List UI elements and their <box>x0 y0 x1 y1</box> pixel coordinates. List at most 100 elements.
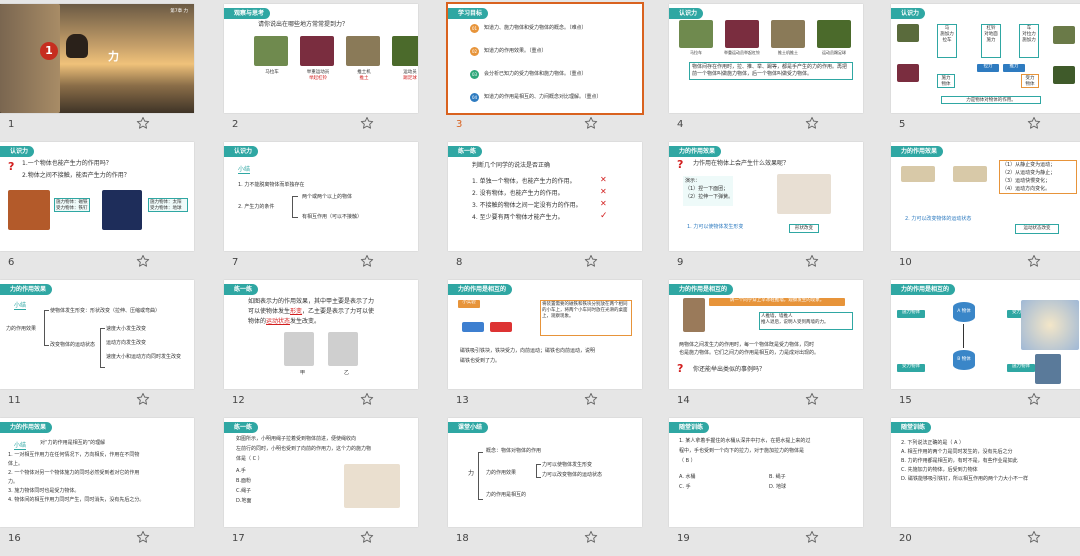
favorite-star-icon[interactable] <box>136 116 150 130</box>
favorite-star-icon[interactable] <box>1027 254 1041 268</box>
slide-thumbnail[interactable]: 练一练 如图所示，小明用绳子拉着受到物体前进，便使绳收向 左前行的同时，小明也受到了… <box>224 418 418 527</box>
favorite-star-icon[interactable] <box>1027 530 1041 544</box>
option-text: C. 手 <box>679 484 691 490</box>
footballer-sketch <box>328 332 358 366</box>
favorite-star-icon[interactable] <box>584 116 598 130</box>
favorite-star-icon[interactable] <box>584 392 598 406</box>
force-label: 推力 <box>1003 64 1025 72</box>
slide-number: 4 <box>677 119 684 130</box>
slide-thumbnail[interactable]: 1 力 第7章 力 <box>0 4 194 113</box>
favorite-star-icon[interactable] <box>584 254 598 268</box>
slide-thumbnail-cell[interactable]: 力的作用效果 （1）从静止变为运动； （2）从运动变为静止； （3）运动快慢变化； （4… <box>891 142 1080 280</box>
slide-thumbnail[interactable]: 学习目标 01 知道力、施力物体和受力物体的概念。（难点） 02 知道力的作用效果。（重… <box>446 2 644 115</box>
slide-thumbnail-cell[interactable]: 力的作用是相互的施力物体A 物体受力物体受力物体B 物体施力物体15 <box>891 280 1080 418</box>
trolley-image <box>901 166 935 182</box>
question-text: 请你说出在哪些地方常常提到力？ <box>258 21 349 28</box>
slide-thumbnail-cell[interactable]: 学习目标 01 知道力、施力物体和受力物体的概念。（难点） 02 知道力的作用效果。（重… <box>446 2 670 142</box>
slide-thumbnail-cell[interactable]: 认识力 小结 1. 力不能脱离物体而单独存在 2. 产生力的条件 两个或两个以上的物体有… <box>224 142 446 280</box>
slide-thumbnail-cell[interactable]: 练一练 如图表示力的作用效果，其中甲主要是表示了力 可以使物体发生形变，乙主要是表示… <box>224 280 446 418</box>
tree-branch: 使物体发生形变：形状改变（拉伸、压缩或弯曲） <box>50 308 161 314</box>
favorite-star-icon[interactable] <box>360 530 374 544</box>
slide-thumbnail-cell[interactable]: 认识力? 1.一个物体也能产生力的作用吗？ 2.物体之间不接触，能否产生力的作用？ 施… <box>0 142 222 280</box>
slide-thumbnail-cell[interactable]: 课堂小结力 概念：物体对物体的作用 力的作用效果 力的作用是相互的 力可以使物体发生形变… <box>448 418 670 556</box>
slide-image <box>346 36 380 66</box>
definition-box: 力是物体对物体的作用。 <box>941 96 1041 104</box>
favorite-star-icon[interactable] <box>360 116 374 130</box>
favorite-star-icon[interactable] <box>805 392 819 406</box>
solar-system-image <box>102 190 142 230</box>
cross-icon: ✕ <box>600 187 607 196</box>
note-text: 前一个物体叫做施力物体，后一个物体叫做受力物体。 <box>692 71 813 77</box>
summary-tag: 小结 <box>14 302 27 310</box>
slide-thumbnail[interactable]: 力的作用是相互的施力物体A 物体受力物体受力物体B 物体施力物体 <box>891 280 1080 389</box>
slide-header: 力的作用是相互的 <box>669 284 734 295</box>
slide-number: 16 <box>8 533 21 544</box>
slide-thumbnail[interactable]: 力的作用是相互的 小实验 将装置需要的磁铁和铁块分别放在两个相同的小车上，将两个小车… <box>448 280 642 389</box>
statement-text: 3. 不接触的物体之间一定没有力的作用。 <box>472 202 582 209</box>
slide-thumbnail[interactable]: 认识力 马拉车 举重运动员举起杠铃 推土机推土 运动员踢足球 物体间存在作用时，拉、推、举… <box>669 4 863 113</box>
slide-thumbnail[interactable]: 力的作用效果 （1）从静止变为运动； （2）从运动变为静止； （3）运动快慢变化； （4… <box>891 142 1080 251</box>
favorite-star-icon[interactable] <box>805 530 819 544</box>
slide-thumbnail[interactable]: 观察与思考 请你说出在哪些地方常常提到力？ 马拉车 举重运动员 举起杠铃 推土机 推土 运动员… <box>224 4 418 113</box>
paragraph-text: 两物体之间发生力的作用时，每一个物体既是受力物体，同时 <box>679 342 815 348</box>
goal-text: 知道力的作用是相互的、力间概念对比理解。（重点） <box>484 94 602 100</box>
favorite-star-icon[interactable] <box>584 530 598 544</box>
slide-header: 力的作用效果 <box>891 146 944 157</box>
tree-branch: 改变物体的运动状态 <box>50 342 96 348</box>
slide-thumbnail-cell[interactable]: 力的作用效果 小结 对“力的作用是相互的”的理解 1. 一对相互作用力在任何情况下，方… <box>0 418 222 556</box>
favorite-star-icon[interactable] <box>360 254 374 268</box>
slide-thumbnail[interactable]: 力的作用是相互的 请一个同学穿上旱冰鞋推墙，观察发生的现象。 人推墙，墙推人 推人退… <box>669 280 863 389</box>
slide-thumbnail-cell[interactable]: 随堂训练 1. 某人拿着手握住的水桶从深井中打水，在把水提上来的过 程中，手也受到一… <box>669 418 891 556</box>
slide-thumbnail-cell[interactable]: 随堂训练 2. 下列说法正确的是（ A ） A. 相互作用的两个力是同时发生的，没有… <box>891 418 1080 556</box>
summary-tag: 小结 <box>14 442 27 450</box>
slide-number: 1 <box>8 119 15 130</box>
slide-thumbnail[interactable]: 认识力马 施加力 拉车 杠铃 对地面 施力车 对拉力 施加力 拉力 推力 施力 物体 受力… <box>891 4 1080 113</box>
summary-text: 3. 施力物体同时也是受力物体。 <box>8 488 80 494</box>
slide-header: 练一练 <box>224 284 259 295</box>
statement-text: 1. 单独一个物体，也能产生力的作用。 <box>472 178 576 185</box>
favorite-star-icon[interactable] <box>136 392 150 406</box>
slide-thumbnail-cell[interactable]: 练一练 如图所示，小明用绳子拉着受到物体前进，便使绳收向 左前行的同时，小明也受到了… <box>224 418 446 556</box>
slide-thumbnail[interactable]: 认识力 小结 1. 力不能脱离物体而单独存在 2. 产生力的条件 两个或两个以上的物体有… <box>224 142 418 251</box>
subject-box: 受力 物体 <box>1021 74 1039 88</box>
slide-number: 5 <box>899 119 906 130</box>
slide-thumbnail[interactable]: 随堂训练 2. 下列说法正确的是（ A ） A. 相互作用的两个力是同时发生的，没有… <box>891 418 1080 527</box>
slide-thumbnail-cell[interactable]: 练一练 判断几个同学的说法是否正确 1. 单独一个物体，也能产生力的作用。 ✕ 2. 没… <box>448 142 670 280</box>
question-text: 1.一个物体也能产生力的作用吗？ <box>22 160 112 167</box>
slide-image <box>771 20 805 48</box>
favorite-star-icon[interactable] <box>1027 116 1041 130</box>
slide-thumbnail-cell[interactable]: 力的作用是相互的 请一个同学穿上旱冰鞋推墙，观察发生的现象。 人推墙，墙推人 推人退… <box>669 280 891 418</box>
slide-thumbnail[interactable]: 力的作用效果 小结 力的作用效果 使物体发生形变：形状改变（拉伸、压缩或弯曲） 改变物体… <box>0 280 194 389</box>
slide-thumbnail-cell[interactable]: 观察与思考 请你说出在哪些地方常常提到力？ 马拉车 举重运动员 举起杠铃 推土机 推土 运动员… <box>224 4 446 142</box>
slide-thumbnail-cell[interactable]: 力的作用是相互的 小实验 将装置需要的磁铁和铁块分别放在两个相同的小车上，将两个小车… <box>448 280 670 418</box>
check-icon: ✓ <box>600 211 608 221</box>
image-caption: 推土 <box>359 76 369 81</box>
slide-thumbnail[interactable]: 力的作用效果? 力作用在物体上会产生什么效果呢？ 演示： （1）捏一下面团； （2）拉伸… <box>669 142 863 251</box>
slide-thumbnail[interactable]: 力的作用效果 小结 对“力的作用是相互的”的理解 1. 一对相互作用力在任何情况下，方… <box>0 418 194 527</box>
slide-thumbnail-cell[interactable]: 认识力马 施加力 拉车 杠铃 对地面 施力车 对拉力 施加力 拉力 推力 施力 物体 受力… <box>891 4 1080 142</box>
slide-number: 20 <box>899 533 912 544</box>
favorite-star-icon[interactable] <box>360 392 374 406</box>
favorite-star-icon[interactable] <box>805 116 819 130</box>
slide-thumbnail[interactable]: 练一练 如图表示力的作用效果，其中甲主要是表示了力 可以使物体发生形变，乙主要是表示… <box>224 280 418 389</box>
favorite-star-icon[interactable] <box>136 530 150 544</box>
slide-thumbnail[interactable]: 随堂训练 1. 某人拿着手握住的水桶从深井中打水，在把水提上来的过 程中，手也受到一… <box>669 418 863 527</box>
slide-thumbnail[interactable]: 课堂小结力 概念：物体对物体的作用 力的作用效果 力的作用是相互的 力可以使物体发生形变… <box>448 418 642 527</box>
image-caption: 推土机推土 <box>778 50 798 55</box>
slide-number: 19 <box>677 533 690 544</box>
answer-blank: 形变 <box>290 308 303 315</box>
slide-thumbnail-cell[interactable]: 1 力 第7章 力 1 <box>0 4 222 142</box>
favorite-star-icon[interactable] <box>1027 392 1041 406</box>
slide-thumbnail[interactable]: 认识力? 1.一个物体也能产生力的作用吗？ 2.物体之间不接触，能否产生力的作用？ 施… <box>0 142 194 251</box>
favorite-star-icon[interactable] <box>805 254 819 268</box>
slide-thumbnail-cell[interactable]: 力的作用效果 小结 力的作用效果 使物体发生形变：形状改变（拉伸、压缩或弯曲） 改变物体… <box>0 280 222 418</box>
image-caption: 举起杠铃 <box>309 76 327 81</box>
favorite-star-icon[interactable] <box>136 254 150 268</box>
slide-thumbnail-cell[interactable]: 力的作用效果? 力作用在物体上会产生什么效果呢？ 演示： （1）捏一下面团； （2）拉伸… <box>669 142 891 280</box>
slide-thumbnail-cell[interactable]: 认识力 马拉车 举重运动员举起杠铃 推土机推土 运动员踢足球 物体间存在作用时，拉、推、举… <box>669 4 891 142</box>
slide-number: 18 <box>456 533 469 544</box>
slide-number: 17 <box>232 533 245 544</box>
list-box: （1）从静止变为运动； （2）从运动变为静止； （3）运动快慢变化； （4）运动方向变… <box>999 160 1077 194</box>
slide-thumbnail[interactable]: 练一练 判断几个同学的说法是否正确 1. 单独一个物体，也能产生力的作用。 ✕ 2. 没… <box>448 142 642 251</box>
slide-header: 力的作用是相互的 <box>448 284 513 295</box>
